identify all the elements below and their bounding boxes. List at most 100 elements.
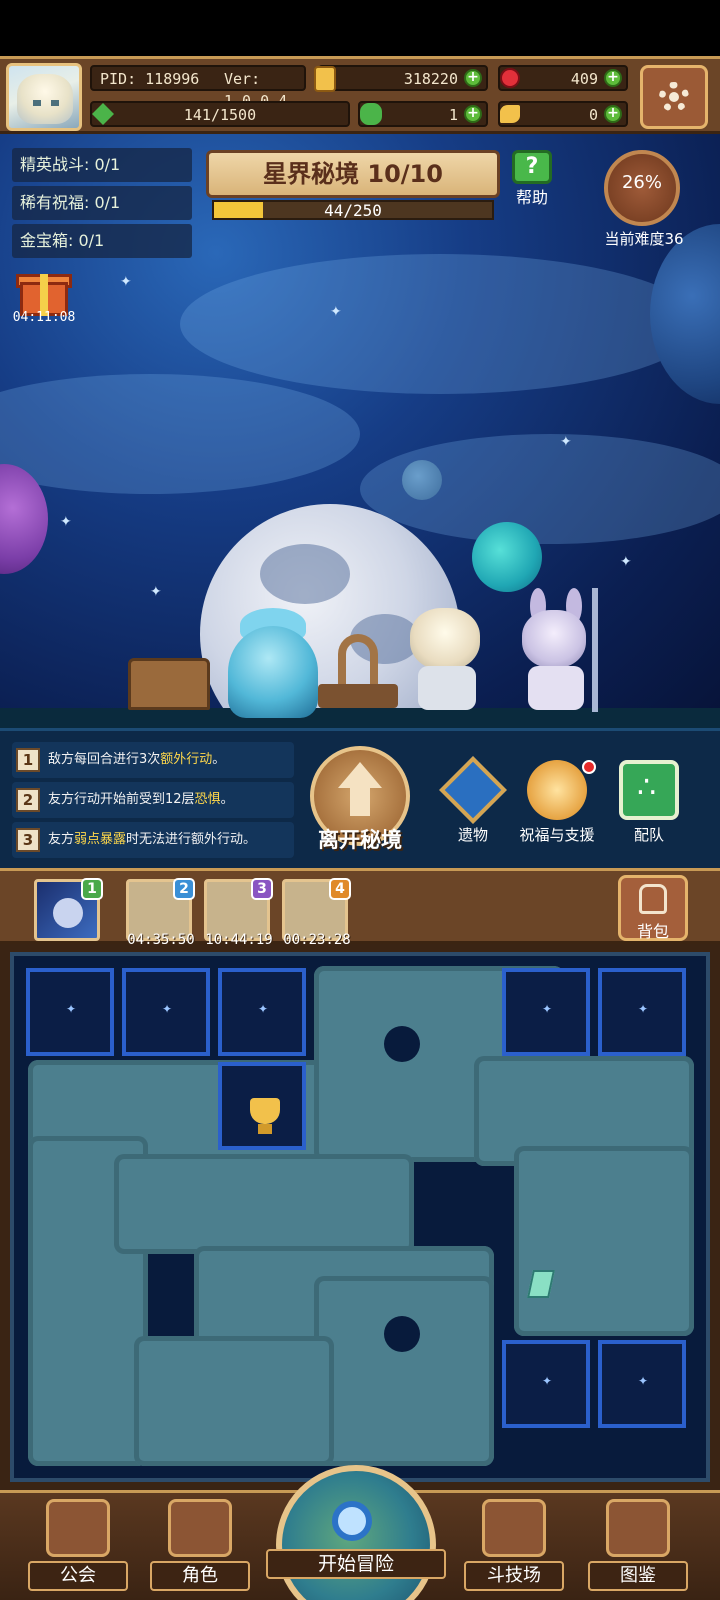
inventory-slot[interactable]: 1 xyxy=(34,878,103,941)
blessing-support-label: 祝福与支援 xyxy=(519,826,595,844)
difficulty-percent: 26% xyxy=(621,172,662,193)
clover-field: 1 + xyxy=(358,101,488,127)
gold-coin-icon xyxy=(314,66,336,92)
maze-room[interactable] xyxy=(122,968,210,1056)
inventory-bar: 1 2 04:35:50 3 10:44:19 4 00:23:28 背包 xyxy=(0,868,720,948)
backpack-icon xyxy=(639,884,667,914)
quest-elite-battle: 精英战斗: 0/1 xyxy=(12,148,192,182)
rule-text: 友方行动开始前受到12层恐惧。 xyxy=(48,792,234,807)
moon-crater xyxy=(260,544,350,604)
maze-room[interactable] xyxy=(218,968,306,1056)
nebula-cloud xyxy=(180,254,700,394)
key-icon xyxy=(500,105,520,123)
slime-hero xyxy=(228,608,318,718)
star-icon: ✦ xyxy=(330,304,342,320)
gear-icon xyxy=(659,82,689,112)
relic-icon xyxy=(439,756,507,824)
gift-box-icon[interactable] xyxy=(16,268,72,316)
scene-ground xyxy=(0,708,720,728)
gem-amount: 409 xyxy=(570,70,598,88)
difficulty-indicator[interactable]: 26% 当前难度36 xyxy=(596,150,692,250)
leave-realm-label: 离开秘境 xyxy=(318,828,402,852)
help-label: 帮助 xyxy=(515,188,548,207)
inventory-slot[interactable]: 3 10:44:19 xyxy=(204,878,273,948)
bag-button[interactable]: 背包 xyxy=(618,875,688,941)
key-amount: 0 xyxy=(588,106,598,124)
star-icon: ✦ xyxy=(560,434,572,450)
maze-corridor xyxy=(134,1336,334,1466)
stamina-field: 141/1500 xyxy=(90,101,350,127)
relic-button[interactable]: 遗物 xyxy=(434,756,512,856)
help-button[interactable]: ? 帮助 xyxy=(508,150,556,207)
rule-row: 3 友方弱点暴露时无法进行额外行动。 xyxy=(12,822,294,858)
star-icon: ✦ xyxy=(620,554,632,570)
guild-hall-icon xyxy=(46,1499,110,1557)
maze-room[interactable] xyxy=(502,968,590,1056)
bag-label: 背包 xyxy=(636,922,669,941)
avatar-eye xyxy=(33,100,41,106)
clover-amount: 1 xyxy=(448,106,458,124)
spinning-wheel-prop xyxy=(318,634,398,710)
settings-button[interactable] xyxy=(640,65,708,129)
blue-planet xyxy=(650,224,720,404)
white-haired-hero xyxy=(404,600,490,712)
blessing-support-button[interactable]: 祝福与支援 xyxy=(518,760,596,856)
rule-row: 2 友方行动开始前受到12层恐惧。 xyxy=(12,782,294,818)
add-gold-button[interactable]: + xyxy=(464,69,482,87)
nav-guild[interactable]: 公会 xyxy=(28,1499,128,1597)
nav-codex[interactable]: 图鉴 xyxy=(588,1499,688,1597)
team-label: 配队 xyxy=(633,826,664,844)
maze-room[interactable] xyxy=(598,968,686,1056)
rule-text: 友方弱点暴露时无法进行额外行动。 xyxy=(48,832,257,847)
teal-planet xyxy=(472,522,542,592)
nav-arena[interactable]: 斗技场 xyxy=(464,1499,564,1597)
treasure-chest xyxy=(128,658,210,710)
nav-start-adventure[interactable]: 开始冒险 xyxy=(266,1465,446,1600)
planet-item-icon xyxy=(53,898,83,928)
maze-board xyxy=(10,952,710,1482)
key-field: 0 + xyxy=(498,101,628,127)
maze-room[interactable] xyxy=(502,1340,590,1428)
maze-frame xyxy=(0,944,720,1490)
maze-corridor xyxy=(514,1146,694,1336)
maze-room[interactable] xyxy=(598,1340,686,1428)
quest-rare-blessing: 稀有祝福: 0/1 xyxy=(12,186,192,220)
codex-book-icon xyxy=(606,1499,670,1557)
maze-corridor xyxy=(314,1276,494,1466)
nav-character[interactable]: 角色 xyxy=(150,1499,250,1597)
quest-gold-chest: 金宝箱: 0/1 xyxy=(12,224,192,258)
player-id: PID: 118996 xyxy=(100,70,200,88)
inventory-slot[interactable]: 2 04:35:50 xyxy=(126,878,195,948)
add-key-button[interactable]: + xyxy=(604,105,622,123)
add-clover-button[interactable]: + xyxy=(464,105,482,123)
realm-progress-bar: 44/250 xyxy=(212,200,494,220)
rule-number: 2 xyxy=(16,788,40,812)
star-icon: ✦ xyxy=(120,274,132,290)
pid-version-field: PID: 118996 Ver: 1.0.0.4 xyxy=(90,65,306,110)
avatar-portrait xyxy=(17,74,73,124)
rule-number: 1 xyxy=(16,748,40,772)
gem-field: 409 + xyxy=(498,65,628,91)
maze-pit xyxy=(384,1316,420,1352)
system-status-bar xyxy=(0,0,720,56)
magnifier-icon xyxy=(332,1501,372,1541)
gift-timer: 04:11:08 xyxy=(12,310,76,325)
realm-banner: 星界秘境 10/10 xyxy=(206,150,500,198)
rule-row: 1 敌方每回合进行3次额外行动。 xyxy=(12,742,294,778)
leave-realm-button[interactable]: 离开秘境 xyxy=(302,746,418,858)
nav-start-adventure-label: 开始冒险 xyxy=(266,1549,446,1579)
avatar-eye xyxy=(51,100,59,106)
maze-corridor xyxy=(114,1154,414,1254)
small-planet xyxy=(402,460,442,500)
notification-badge xyxy=(582,760,596,774)
gold-field: 318220 + xyxy=(314,65,488,92)
inventory-slot[interactable]: 4 00:23:28 xyxy=(282,878,351,948)
star-icon: ✦ xyxy=(150,584,162,600)
trophy-icon[interactable] xyxy=(244,1092,286,1136)
add-gem-button[interactable]: + xyxy=(604,69,622,87)
maze-room[interactable] xyxy=(26,968,114,1056)
realm-title: 星界秘境 10/10 xyxy=(263,160,443,188)
nebula-cloud xyxy=(0,374,360,494)
player-avatar[interactable] xyxy=(6,63,82,131)
team-button[interactable]: 配队 xyxy=(610,760,688,856)
